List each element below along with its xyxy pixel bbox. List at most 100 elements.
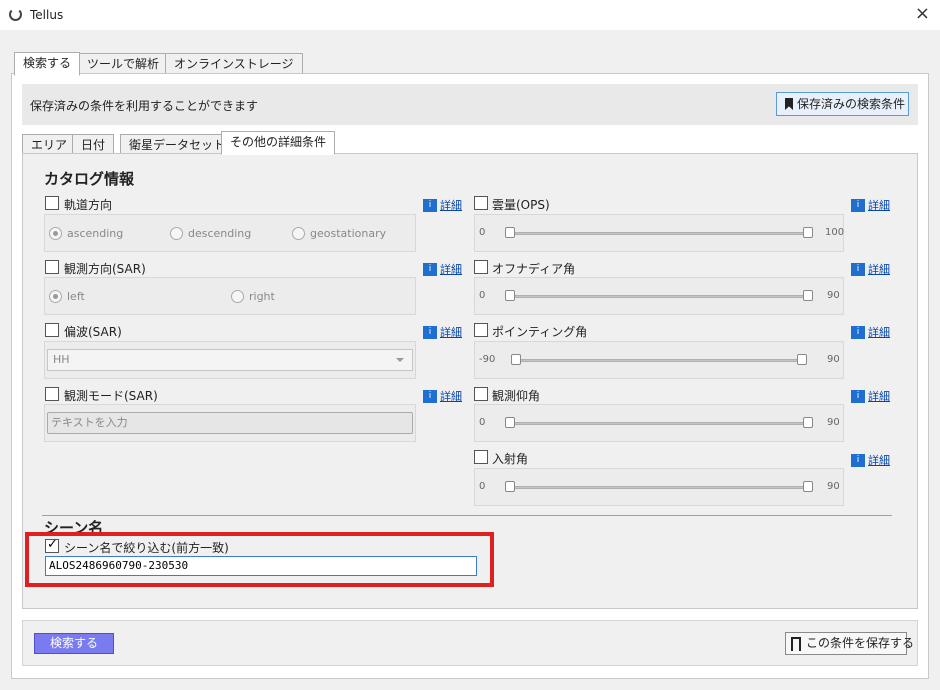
offnadir-box: 0 90 — [474, 277, 844, 315]
pointing-max: 90 — [827, 354, 840, 365]
cloud-cover-label: 雲量(OPS) — [492, 198, 550, 212]
app-logo-icon — [9, 8, 22, 21]
chevron-down-icon — [396, 358, 404, 362]
pointing-max-thumb[interactable] — [797, 354, 807, 365]
incidence-checkbox[interactable] — [474, 450, 488, 464]
radio-geostationary-label: geostationary — [310, 227, 387, 240]
polarization-box: HH — [44, 341, 416, 379]
scene-name-input[interactable]: ALOS2486960790-230530 — [45, 556, 477, 576]
bookmark-outline-icon — [791, 637, 801, 651]
cloud-cover-min: 0 — [479, 227, 486, 238]
scene-filter-label: シーン名で絞り込む(前方一致) — [64, 541, 229, 555]
info-icon: i — [423, 262, 437, 276]
radio-left-label: left — [67, 290, 85, 303]
offnadir-checkbox[interactable] — [474, 260, 488, 274]
radio-ascending-label: ascending — [67, 227, 124, 240]
orbit-label: 軌道方向 — [64, 198, 113, 212]
incidence-min: 0 — [479, 481, 486, 492]
offnadir-min: 0 — [479, 290, 486, 301]
save-conditions-button[interactable]: この条件を保存する — [785, 632, 914, 655]
cloud-cover-max-thumb[interactable] — [803, 227, 813, 238]
elevation-min: 0 — [479, 417, 486, 428]
incidence-detail-link[interactable]: i 詳細 — [851, 452, 890, 468]
offnadir-label: オフナディア角 — [492, 262, 576, 276]
info-icon: i — [851, 198, 865, 212]
info-icon: i — [423, 325, 437, 339]
cloud-cover-checkbox[interactable] — [474, 196, 488, 210]
observation-mode-label: 観測モード(SAR) — [64, 389, 158, 403]
orbit-options-box: ascending descending geostationary — [44, 214, 416, 252]
pointing-min-thumb[interactable] — [511, 354, 521, 365]
incidence-max: 90 — [827, 481, 840, 492]
info-icon: i — [423, 389, 437, 403]
polarization-value: HH — [53, 353, 70, 366]
offnadir-detail-link[interactable]: i 詳細 — [851, 261, 890, 277]
elevation-max-thumb[interactable] — [803, 417, 813, 428]
tab-online-storage[interactable]: オンラインストレージ — [165, 53, 303, 75]
section-divider — [42, 515, 892, 516]
polarization-checkbox[interactable] — [45, 323, 59, 337]
elevation-max: 90 — [827, 417, 840, 428]
look-direction-checkbox[interactable] — [45, 260, 59, 274]
elevation-checkbox[interactable] — [474, 387, 488, 401]
catalog-section-title: カタログ情報 — [44, 170, 135, 188]
window-title: Tellus — [30, 8, 64, 22]
bookmark-icon — [785, 98, 793, 110]
pointing-checkbox[interactable] — [474, 323, 488, 337]
pointing-label: ポインティング角 — [492, 325, 588, 339]
incidence-slider-track[interactable] — [509, 486, 813, 489]
incidence-min-thumb[interactable] — [505, 481, 515, 492]
info-icon: i — [851, 453, 865, 467]
cloud-cover-detail-link[interactable]: i 詳細 — [851, 197, 890, 213]
orbit-checkbox[interactable] — [45, 196, 59, 210]
info-icon: i — [851, 262, 865, 276]
radio-right[interactable] — [231, 290, 244, 303]
footer-bar: 検索する この条件を保存する — [22, 620, 918, 666]
saved-conditions-button-label: 保存済みの検索条件 — [797, 97, 906, 111]
elevation-min-thumb[interactable] — [505, 417, 515, 428]
polarization-label: 偏波(SAR) — [64, 325, 122, 339]
saved-conditions-button[interactable]: 保存済みの検索条件 — [776, 92, 909, 116]
close-icon[interactable]: × — [915, 4, 930, 24]
pointing-detail-link[interactable]: i 詳細 — [851, 324, 890, 340]
offnadir-min-thumb[interactable] — [505, 290, 515, 301]
radio-right-label: right — [249, 290, 275, 303]
cloud-cover-slider-track[interactable] — [509, 232, 813, 235]
tab-analyze-tools[interactable]: ツールで解析 — [78, 53, 169, 75]
offnadir-slider-track[interactable] — [509, 295, 813, 298]
pointing-box: -90 90 — [474, 341, 844, 379]
look-direction-detail-link[interactable]: i 詳細 — [423, 261, 462, 277]
observation-mode-detail-link[interactable]: i 詳細 — [423, 388, 462, 404]
search-button[interactable]: 検索する — [34, 633, 114, 654]
radio-descending-label: descending — [188, 227, 252, 240]
cloud-cover-min-thumb[interactable] — [505, 227, 515, 238]
observation-mode-checkbox[interactable] — [45, 387, 59, 401]
cloud-cover-max: 100 — [825, 227, 845, 238]
info-icon: i — [423, 198, 437, 212]
radio-ascending[interactable] — [49, 227, 62, 240]
radio-descending[interactable] — [170, 227, 183, 240]
polarization-detail-link[interactable]: i 詳細 — [423, 324, 462, 340]
pointing-slider-track[interactable] — [515, 359, 805, 362]
info-icon: i — [851, 325, 865, 339]
polarization-select[interactable]: HH — [47, 349, 413, 371]
radio-left[interactable] — [49, 290, 62, 303]
look-direction-options-box: left right — [44, 277, 416, 315]
offnadir-max-thumb[interactable] — [803, 290, 813, 301]
pointing-min: -90 — [479, 354, 496, 365]
info-icon: i — [851, 389, 865, 403]
elevation-detail-link[interactable]: i 詳細 — [851, 388, 890, 404]
incidence-box: 0 90 — [474, 468, 844, 506]
radio-geostationary[interactable] — [292, 227, 305, 240]
elevation-slider-track[interactable] — [509, 422, 813, 425]
title-bar: Tellus × — [0, 0, 940, 30]
scene-filter-checkbox[interactable] — [45, 537, 59, 553]
orbit-detail-link[interactable]: i 詳細 — [423, 197, 462, 213]
incidence-max-thumb[interactable] — [803, 481, 813, 492]
saved-conditions-bar: 保存済みの条件を利用することができます 保存済みの検索条件 — [22, 84, 918, 125]
save-conditions-label: この条件を保存する — [806, 636, 915, 650]
observation-mode-input[interactable]: テキストを入力 — [47, 412, 413, 434]
observation-mode-box: テキストを入力 — [44, 404, 416, 442]
subtab-other-details[interactable]: その他の詳細条件 — [221, 131, 336, 155]
tab-search[interactable]: 検索する — [14, 52, 81, 76]
